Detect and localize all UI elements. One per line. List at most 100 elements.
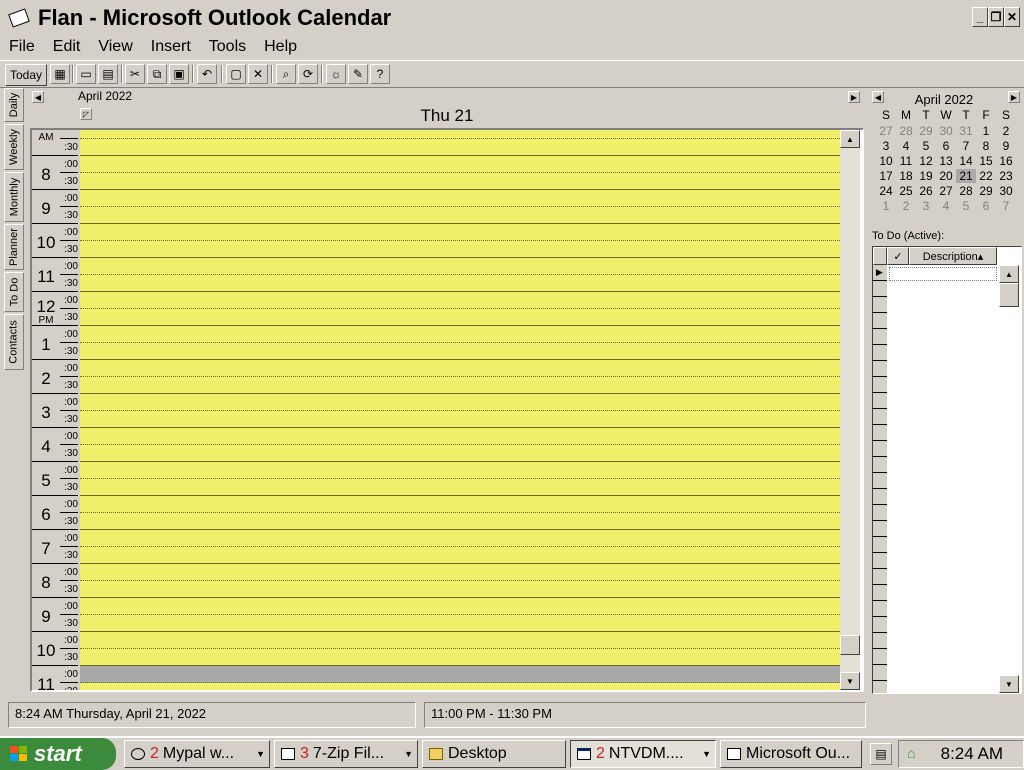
mini-calendar-day[interactable]: 16 (996, 154, 1016, 168)
todo-row-header[interactable] (873, 633, 887, 649)
todo-row-header[interactable] (873, 281, 887, 297)
todo-row-header[interactable] (873, 617, 887, 633)
mini-calendar-day[interactable]: 27 (876, 124, 896, 138)
mini-calendar-day[interactable]: 26 (916, 184, 936, 198)
mini-calendar-day[interactable]: 4 (936, 199, 956, 213)
scroll-thumb[interactable] (999, 283, 1019, 307)
mini-calendar-day[interactable]: 6 (976, 199, 996, 213)
todo-row-header[interactable] (873, 521, 887, 537)
find-icon[interactable]: ⌕ (276, 64, 296, 84)
time-slot[interactable] (80, 649, 840, 666)
next-month-arrow-icon[interactable]: ▶ (1008, 91, 1020, 103)
todo-row-header[interactable] (873, 489, 887, 505)
time-slot[interactable] (80, 564, 840, 581)
print-icon[interactable]: ▤ (98, 64, 118, 84)
time-slot[interactable] (80, 173, 840, 190)
copy-icon[interactable]: ⧉ (147, 64, 167, 84)
next-day-arrow-icon[interactable]: ▶ (848, 91, 860, 103)
mini-calendar-day[interactable]: 14 (956, 154, 976, 168)
todo-row-header[interactable] (873, 585, 887, 601)
todo-row-header[interactable] (873, 329, 887, 345)
taskbar-button-mypal[interactable]: 2 Mypal w... ▼ (124, 740, 270, 768)
todo-row-header[interactable] (873, 457, 887, 473)
todo-scrollbar[interactable]: ▲ ▼ (999, 265, 1019, 693)
mini-calendar-day[interactable]: 29 (916, 124, 936, 138)
time-slot[interactable] (80, 513, 840, 530)
todo-row-header[interactable] (873, 377, 887, 393)
taskbar-button-outlook[interactable]: Microsoft Ou... (720, 740, 862, 768)
time-slot[interactable] (80, 139, 840, 156)
minimize-button[interactable]: _ (972, 7, 988, 27)
mini-calendar-day[interactable]: 19 (916, 169, 936, 183)
mini-calendar-day[interactable]: 28 (896, 124, 916, 138)
todo-row-header[interactable] (873, 537, 887, 553)
time-slot[interactable] (80, 462, 840, 479)
tab-daily[interactable]: Daily (4, 88, 24, 122)
time-slot[interactable] (80, 411, 840, 428)
new-appointment-icon[interactable]: ▢ (226, 64, 246, 84)
close-button[interactable]: ✕ (1004, 7, 1020, 27)
menu-edit[interactable]: Edit (44, 38, 90, 56)
mini-calendar-day[interactable]: 29 (976, 184, 996, 198)
mini-calendar-day[interactable]: 20 (936, 169, 956, 183)
prev-day-arrow-icon[interactable]: ◀ (32, 91, 44, 103)
todo-row-header[interactable] (873, 601, 887, 617)
mini-calendar-day[interactable]: 23 (996, 169, 1016, 183)
menu-insert[interactable]: Insert (142, 38, 200, 56)
mini-calendar-day[interactable]: 12 (916, 154, 936, 168)
tab-weekly[interactable]: Weekly (4, 124, 24, 170)
menu-view[interactable]: View (89, 38, 141, 56)
mini-calendar-day[interactable]: 24 (876, 184, 896, 198)
mini-calendar-day[interactable]: 1 (976, 124, 996, 138)
mini-calendar-day[interactable]: 3 (916, 199, 936, 213)
todo-new-row[interactable] (889, 267, 997, 281)
menu-help[interactable]: Help (255, 38, 306, 56)
time-slot[interactable] (80, 156, 840, 173)
time-slot[interactable] (80, 309, 840, 326)
time-slot[interactable] (80, 530, 840, 547)
todo-check-header[interactable]: ✓ (887, 247, 909, 265)
todo-row-header[interactable] (873, 297, 887, 313)
time-slot[interactable] (80, 207, 840, 224)
mini-calendar-day[interactable]: 13 (936, 154, 956, 168)
mini-calendar-day[interactable]: 7 (996, 199, 1016, 213)
time-slot[interactable] (80, 258, 840, 275)
mini-calendar-day[interactable]: 3 (876, 139, 896, 153)
time-slot[interactable] (80, 292, 840, 309)
mini-calendar-day[interactable]: 5 (956, 199, 976, 213)
time-slot[interactable] (80, 479, 840, 496)
todo-row-header[interactable] (873, 553, 887, 569)
todo-row-header[interactable] (873, 473, 887, 489)
time-slot[interactable] (80, 445, 840, 462)
mini-calendar-day[interactable]: 6 (936, 139, 956, 153)
time-slot[interactable] (80, 615, 840, 632)
taskbar-button-7zip[interactable]: 3 7-Zip Fil... ▼ (274, 740, 418, 768)
tab-todo[interactable]: To Do (4, 272, 24, 312)
mini-calendar-day[interactable]: 5 (916, 139, 936, 153)
mini-calendar-day[interactable]: 30 (996, 184, 1016, 198)
time-slot[interactable] (80, 683, 840, 690)
time-slot[interactable] (80, 428, 840, 445)
time-slot[interactable] (80, 632, 840, 649)
scroll-thumb[interactable] (840, 635, 860, 655)
mini-calendar-day[interactable]: 17 (876, 169, 896, 183)
mini-calendar-day[interactable]: 2 (896, 199, 916, 213)
todo-row-header[interactable] (873, 505, 887, 521)
mini-calendar-day[interactable]: 10 (876, 154, 896, 168)
mini-calendar-day[interactable]: 7 (956, 139, 976, 153)
delete-icon[interactable]: ✕ (248, 64, 268, 84)
time-slot[interactable] (80, 547, 840, 564)
menu-tools[interactable]: Tools (200, 38, 255, 56)
taskbar-button-ntvdm[interactable]: 2 NTVDM.... ▼ (570, 740, 716, 768)
mini-calendar-day[interactable]: 8 (976, 139, 996, 153)
edit-icon[interactable]: ✎ (348, 64, 368, 84)
todo-row-header[interactable]: ▶ (873, 265, 887, 281)
scroll-down-icon[interactable]: ▼ (840, 672, 860, 690)
scroll-up-icon[interactable]: ▲ (999, 265, 1019, 283)
start-button[interactable]: start (0, 738, 116, 770)
mini-calendar-day[interactable]: 9 (996, 139, 1016, 153)
mini-calendar-day[interactable]: 28 (956, 184, 976, 198)
mini-calendar-day-selected[interactable]: 21 (956, 169, 976, 183)
mini-calendar-day[interactable]: 27 (936, 184, 956, 198)
help-icon[interactable]: ? (370, 64, 390, 84)
